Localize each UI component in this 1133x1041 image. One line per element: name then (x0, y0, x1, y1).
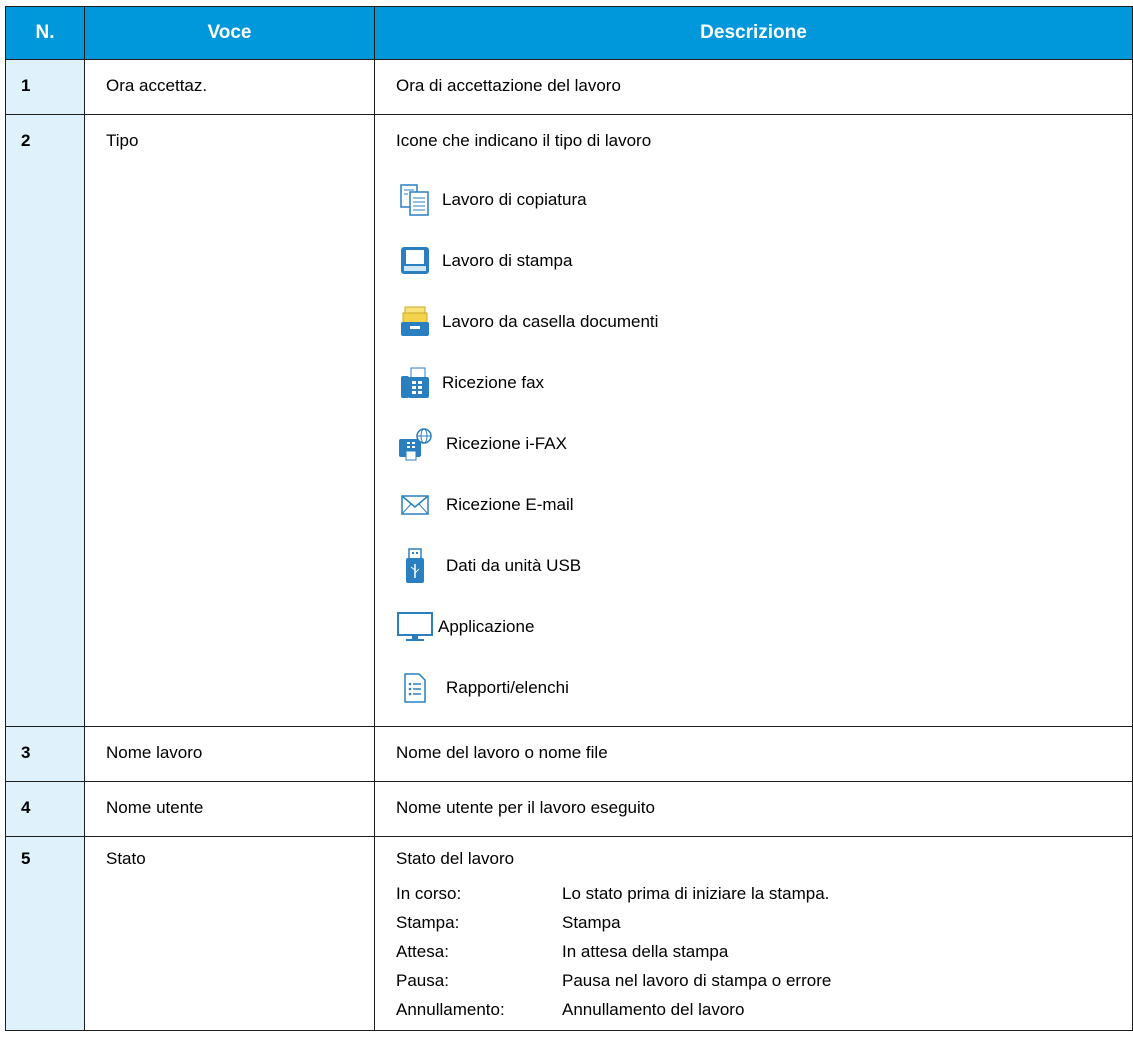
state-value: Annullamento del lavoro (562, 999, 745, 1019)
table-header-row: N. Voce Descrizione (5, 6, 1133, 60)
state-list-item: In corso: Lo stato prima di iniziare la … (396, 879, 1132, 908)
table-row: 5 Stato Stato del lavoro In corso: Lo st… (5, 836, 1133, 1031)
row-item: Nome lavoro (84, 726, 375, 782)
row-description: Nome utente per il lavoro eseguito (374, 781, 1133, 837)
header-description: Descrizione (374, 6, 1133, 60)
ifax-receive-icon (396, 425, 434, 463)
state-intro-text: Stato del lavoro (396, 849, 515, 868)
state-value: Stampa (562, 912, 621, 932)
type-list-item: Ricezione fax (396, 352, 1132, 413)
type-list-item: Rapporti/elenchi (396, 657, 1132, 718)
state-key: Pausa: (396, 970, 449, 990)
state-list-item: Attesa: In attesa della stampa (396, 937, 1132, 966)
row-number: 2 (5, 114, 85, 727)
document-box-job-icon (396, 303, 434, 341)
header-item: Voce (84, 6, 375, 60)
type-label: Lavoro da casella documenti (442, 311, 659, 331)
header-num: N. (5, 6, 85, 60)
state-key: In corso: (396, 883, 462, 903)
type-label: Applicazione (438, 616, 535, 636)
row-item: Stato (84, 836, 375, 1031)
row-item: Ora accettaz. (84, 59, 375, 115)
type-list-item: Dati da unità USB (396, 535, 1132, 596)
type-list-item: Lavoro da casella documenti (396, 291, 1132, 352)
application-monitor-icon (396, 608, 434, 646)
row-item: Nome utente (84, 781, 375, 837)
email-receive-icon (396, 486, 434, 524)
copy-job-icon (396, 181, 434, 219)
state-list-item: Annullamento: Annullamento del lavoro (396, 995, 1132, 1024)
state-value: In attesa della stampa (562, 941, 729, 961)
type-label: Ricezione E-mail (446, 494, 574, 514)
print-job-icon (396, 242, 434, 280)
table-row: 4 Nome utente Nome utente per il lavoro … (5, 781, 1133, 837)
state-list-item: Pausa: Pausa nel lavoro di stampa o erro… (396, 966, 1132, 995)
row-number: 4 (5, 781, 85, 837)
type-list-item: Ricezione i-FAX (396, 413, 1132, 474)
state-key: Attesa: (396, 941, 449, 961)
fax-receive-icon (396, 364, 434, 402)
type-list-item: Applicazione (396, 596, 1132, 657)
type-label: Dati da unità USB (446, 555, 582, 575)
state-value: Pausa nel lavoro di stampa o errore (562, 970, 832, 990)
usb-drive-icon (396, 547, 434, 585)
row-description: Stato del lavoro In corso: Lo stato prim… (374, 836, 1133, 1031)
row-number: 5 (5, 836, 85, 1031)
state-key: Annullamento: (396, 999, 505, 1019)
row-number: 1 (5, 59, 85, 115)
state-key: Stampa: (396, 912, 460, 932)
type-label: Lavoro di copiatura (442, 189, 587, 209)
type-list-item: Lavoro di stampa (396, 230, 1132, 291)
type-list-item: Lavoro di copiatura (396, 169, 1132, 230)
state-list-item: Stampa: Stampa (396, 908, 1132, 937)
type-label: Lavoro di stampa (442, 250, 573, 270)
type-label: Rapporti/elenchi (446, 677, 569, 697)
job-status-table: N. Voce Descrizione 1 Ora accettaz. Ora … (5, 6, 1133, 1031)
type-label: Ricezione i-FAX (446, 433, 567, 453)
report-list-icon (396, 669, 434, 707)
table-row: 2 Tipo Icone che indicano il tipo di lav… (5, 114, 1133, 727)
table-row: 1 Ora accettaz. Ora di accettazione del … (5, 59, 1133, 115)
type-intro-text: Icone che indicano il tipo di lavoro (396, 131, 652, 150)
state-value: Lo stato prima di iniziare la stampa. (562, 883, 830, 903)
type-label: Ricezione fax (442, 372, 545, 392)
type-list-item: Ricezione E-mail (396, 474, 1132, 535)
row-number: 3 (5, 726, 85, 782)
row-item: Tipo (84, 114, 375, 727)
row-description: Icone che indicano il tipo di lavoro Lav… (374, 114, 1133, 727)
row-description: Ora di accettazione del lavoro (374, 59, 1133, 115)
row-description: Nome del lavoro o nome file (374, 726, 1133, 782)
table-row: 3 Nome lavoro Nome del lavoro o nome fil… (5, 726, 1133, 782)
